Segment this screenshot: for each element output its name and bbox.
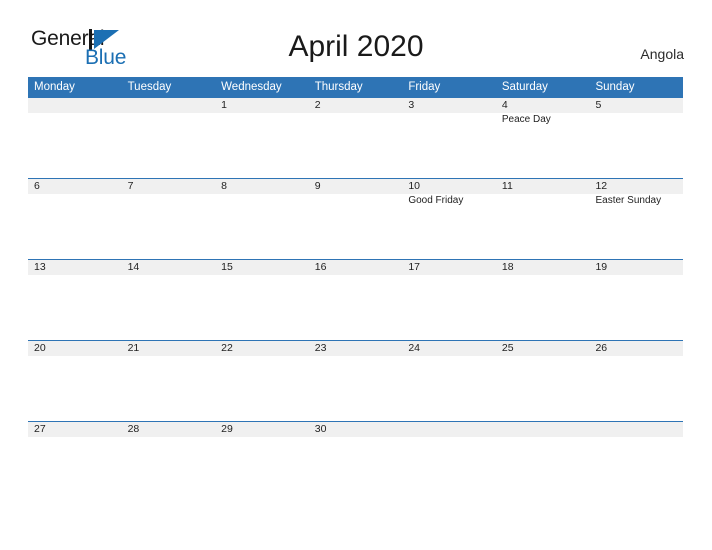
day-event: Peace Day xyxy=(501,114,551,125)
day-event: Easter Sunday xyxy=(595,195,662,206)
day-number: 15 xyxy=(221,261,233,273)
calendar-day-cell[interactable]: 20 xyxy=(28,341,122,421)
day-number: 9 xyxy=(314,180,321,192)
calendar-day-cell[interactable]: 27 xyxy=(28,422,122,502)
day-number: 27 xyxy=(34,423,46,435)
calendar-day-cell[interactable]: 13 xyxy=(28,260,122,340)
calendar-day-cell[interactable]: 30 xyxy=(309,422,403,502)
day-number: 19 xyxy=(595,261,608,273)
calendar-day-cell[interactable] xyxy=(122,98,216,178)
calendar-week-row: 20 21 22 23 24 25 26 xyxy=(28,340,683,421)
day-number: 12 xyxy=(595,180,608,192)
day-number: 16 xyxy=(314,261,327,273)
calendar-day-cell[interactable]: 10 Good Friday xyxy=(402,179,496,259)
day-event: Good Friday xyxy=(408,195,464,206)
day-of-week-saturday: Saturday xyxy=(501,81,548,93)
country-label: Angola xyxy=(640,46,684,62)
day-number: 10 xyxy=(408,180,420,192)
day-number: 5 xyxy=(595,99,602,111)
calendar-day-cell[interactable]: 2 xyxy=(309,98,403,178)
day-number: 23 xyxy=(314,342,327,354)
calendar-day-cell[interactable]: 12 Easter Sunday xyxy=(589,179,683,259)
day-of-week-thursday: Thursday xyxy=(314,81,363,93)
day-of-week-monday: Monday xyxy=(34,81,75,93)
day-number: 22 xyxy=(221,342,233,354)
day-of-week-header: Monday Tuesday Wednesday Thursday Friday… xyxy=(28,77,683,97)
calendar-day-cell[interactable]: 8 xyxy=(215,179,309,259)
calendar-day-cell[interactable]: 23 xyxy=(309,341,403,421)
day-number: 11 xyxy=(501,180,513,192)
calendar-day-cell[interactable] xyxy=(28,98,122,178)
day-of-week-wednesday: Wednesday xyxy=(221,81,282,93)
calendar-day-cell[interactable]: 17 xyxy=(402,260,496,340)
day-number: 20 xyxy=(34,342,46,354)
calendar-grid: Monday Tuesday Wednesday Thursday Friday… xyxy=(28,77,683,502)
day-number: 13 xyxy=(34,261,46,273)
calendar-day-cell[interactable]: 25 xyxy=(496,341,590,421)
day-number: 21 xyxy=(127,342,140,354)
calendar-day-cell[interactable]: 11 xyxy=(496,179,590,259)
calendar-day-cell[interactable]: 14 xyxy=(122,260,216,340)
day-of-week-tuesday: Tuesday xyxy=(127,81,172,93)
calendar-day-cell[interactable]: 4 Peace Day xyxy=(496,98,590,178)
day-number: 18 xyxy=(501,261,514,273)
calendar-day-cell[interactable]: 1 xyxy=(215,98,309,178)
day-number: 14 xyxy=(127,261,140,273)
calendar-day-cell[interactable]: 29 xyxy=(215,422,309,502)
calendar-day-cell[interactable]: 19 xyxy=(589,260,683,340)
calendar-week-row: 13 14 15 16 17 18 19 xyxy=(28,259,683,340)
day-number: 28 xyxy=(127,423,140,435)
calendar-day-cell[interactable]: 9 xyxy=(309,179,403,259)
day-number: 6 xyxy=(34,180,40,192)
calendar-week-row: 1 2 3 4 Peace Day 5 xyxy=(28,97,683,178)
day-number: 17 xyxy=(408,261,420,273)
page-title: April 2020 xyxy=(288,30,424,63)
day-number: 25 xyxy=(501,342,514,354)
calendar-day-cell[interactable] xyxy=(496,422,590,502)
day-of-week-sunday: Sunday xyxy=(595,81,635,93)
calendar-page: General Blue April 2020 Angola Monday Tu… xyxy=(0,0,712,550)
day-number: 2 xyxy=(314,99,321,111)
calendar-day-cell[interactable]: 28 xyxy=(122,422,216,502)
day-number: 8 xyxy=(221,180,227,192)
calendar-day-cell[interactable]: 26 xyxy=(589,341,683,421)
calendar-day-cell[interactable]: 22 xyxy=(215,341,309,421)
day-number: 24 xyxy=(408,342,420,354)
day-of-week-friday: Friday xyxy=(408,81,441,93)
day-number: 29 xyxy=(221,423,233,435)
day-number: 4 xyxy=(501,99,508,111)
page-header: General Blue April 2020 Angola xyxy=(0,0,712,76)
day-number: 7 xyxy=(127,180,134,192)
day-number: 26 xyxy=(595,342,608,354)
calendar-day-cell[interactable]: 6 xyxy=(28,179,122,259)
day-number: 1 xyxy=(221,99,227,111)
calendar-day-cell[interactable]: 18 xyxy=(496,260,590,340)
calendar-day-cell[interactable] xyxy=(402,422,496,502)
calendar-day-cell[interactable]: 3 xyxy=(402,98,496,178)
calendar-day-cell[interactable]: 24 xyxy=(402,341,496,421)
day-number: 3 xyxy=(408,99,415,111)
calendar-day-cell[interactable] xyxy=(589,422,683,502)
calendar-day-cell[interactable]: 5 xyxy=(589,98,683,178)
calendar-week-row: 27 28 29 30 xyxy=(28,421,683,502)
day-number: 30 xyxy=(314,423,327,435)
calendar-day-cell[interactable]: 21 xyxy=(122,341,216,421)
calendar-day-cell[interactable]: 15 xyxy=(215,260,309,340)
calendar-week-row: 6 7 8 9 10 Good Friday 11 12 Easter Sund… xyxy=(28,178,683,259)
calendar-day-cell[interactable]: 7 xyxy=(122,179,216,259)
calendar-day-cell[interactable]: 16 xyxy=(309,260,403,340)
